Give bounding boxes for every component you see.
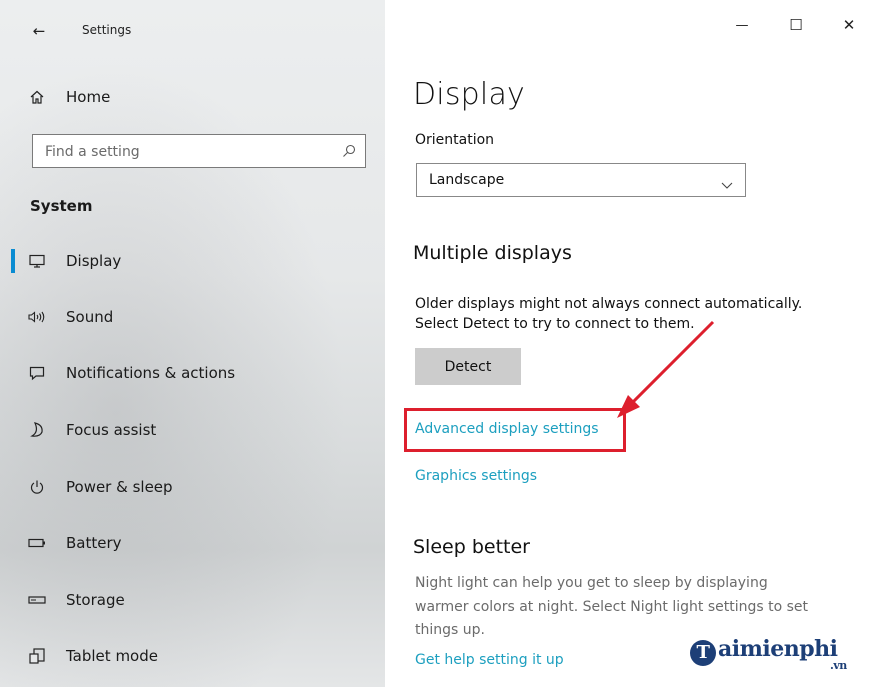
sleep-text-2: warmer colors at night. Select Night lig… <box>415 599 809 615</box>
sleep-better-heading: Sleep better <box>413 536 530 558</box>
sidebar-item-label: Tablet mode <box>66 647 158 665</box>
home-icon <box>26 86 48 108</box>
watermark-logo: Taimienphi .vn <box>690 636 847 672</box>
sidebar-item-sound[interactable]: Sound <box>0 297 385 337</box>
sidebar-item-label: Storage <box>66 591 125 609</box>
power-icon <box>26 476 48 498</box>
sidebar-item-label: Focus assist <box>66 421 157 439</box>
multiple-displays-text-2: Select Detect to try to connect to them. <box>415 316 695 332</box>
sidebar-item-label: Sound <box>66 308 114 326</box>
orientation-label: Orientation <box>415 132 495 148</box>
back-button[interactable]: ← <box>26 18 52 44</box>
sidebar-item-tablet-mode[interactable]: Tablet mode <box>0 636 385 676</box>
maximize-icon: ☐ <box>789 16 803 34</box>
multiple-displays-text-1: Older displays might not always connect … <box>415 296 803 312</box>
close-icon: ✕ <box>842 16 856 34</box>
sidebar-item-focus-assist[interactable]: Focus assist <box>0 410 385 450</box>
close-button[interactable]: ✕ <box>826 10 870 40</box>
maximize-button[interactable]: ☐ <box>773 10 819 40</box>
sidebar-item-label: Display <box>66 252 122 270</box>
tablet-mode-icon <box>26 645 48 667</box>
graphics-settings-link[interactable]: Graphics settings <box>415 468 537 484</box>
monitor-icon <box>26 250 48 272</box>
highlight-box <box>404 408 626 452</box>
watermark-suffix: .vn <box>830 659 847 672</box>
section-heading: System <box>30 197 93 215</box>
sidebar-item-notifications[interactable]: Notifications & actions <box>0 353 385 393</box>
sidebar-item-label: Battery <box>66 534 122 552</box>
minimize-button[interactable]: — <box>719 10 765 40</box>
storage-icon <box>26 589 48 611</box>
multiple-displays-heading: Multiple displays <box>413 242 572 264</box>
app-title: Settings <box>82 23 132 37</box>
sidebar-item-label: Notifications & actions <box>66 364 236 382</box>
sidebar-item-battery[interactable]: Battery <box>0 523 385 563</box>
notification-icon <box>26 362 48 384</box>
watermark-text: aimienphi <box>718 636 838 662</box>
sleep-text-1: Night light can help you get to sleep by… <box>415 575 768 591</box>
detect-button[interactable]: Detect <box>415 348 521 385</box>
search-input[interactable] <box>43 135 327 169</box>
back-arrow-icon: ← <box>32 22 46 40</box>
battery-icon <box>26 532 48 554</box>
get-help-link[interactable]: Get help setting it up <box>415 652 564 668</box>
sidebar-item-label: Home <box>66 88 111 106</box>
sidebar-item-label: Power & sleep <box>66 478 173 496</box>
watermark-logo-mark: T <box>690 640 716 666</box>
main-content: — ☐ ✕ Display Orientation Landscape Mult… <box>385 0 870 687</box>
sidebar-item-display[interactable]: Display <box>0 241 385 281</box>
page-title: Display <box>413 77 525 112</box>
chevron-down-icon <box>721 175 733 189</box>
sidebar-item-storage[interactable]: Storage <box>0 580 385 620</box>
orientation-dropdown[interactable]: Landscape <box>416 163 746 197</box>
minimize-icon: — <box>735 17 749 33</box>
search-icon <box>341 143 357 159</box>
speaker-icon <box>26 306 48 328</box>
sidebar-item-power-sleep[interactable]: Power & sleep <box>0 467 385 507</box>
orientation-value: Landscape <box>429 172 505 188</box>
moon-icon <box>26 419 48 441</box>
sidebar: ← Settings Home System Display Sound Not… <box>0 0 385 687</box>
search-box[interactable] <box>32 134 366 169</box>
sidebar-item-home[interactable]: Home <box>0 77 385 117</box>
